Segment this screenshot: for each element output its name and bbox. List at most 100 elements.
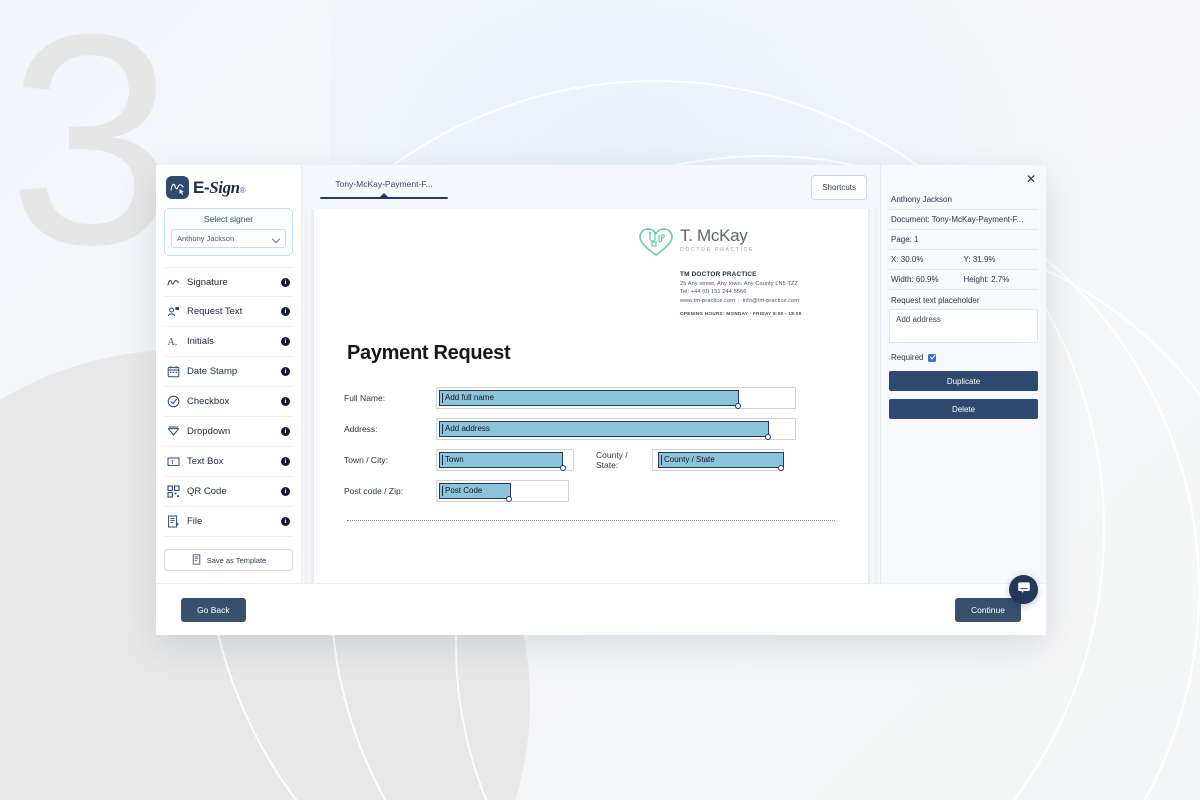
sidebar-item-label: QR Code bbox=[187, 486, 227, 497]
workspace-toolbar: Tony-McKay-Payment-F... Shortcuts bbox=[302, 165, 880, 209]
sidebar-item-file[interactable]: File i bbox=[164, 507, 293, 537]
signer-dropdown[interactable]: Anthony Jackson bbox=[171, 229, 286, 248]
panel-y-value: Y: 31.9% bbox=[963, 255, 996, 264]
request-text-field-full-name[interactable]: Add full name bbox=[439, 389, 739, 406]
sidebar-item-signature[interactable]: Signature i bbox=[164, 267, 293, 297]
document-right-rail bbox=[869, 209, 877, 583]
panel-signer-name: Anthony Jackson bbox=[889, 190, 1038, 210]
form-row-address: Address: Add address bbox=[344, 417, 838, 440]
sidebar-item-label: Date Stamp bbox=[187, 366, 238, 377]
field-label: Town / City: bbox=[344, 454, 388, 465]
sidebar-item-request-text[interactable]: Request Text i bbox=[164, 297, 293, 327]
qr-code-icon bbox=[167, 485, 180, 498]
field-slot[interactable]: County / State bbox=[652, 448, 784, 471]
sidebar-item-text-box[interactable]: T Text Box i bbox=[164, 447, 293, 477]
shortcuts-button[interactable]: Shortcuts bbox=[811, 174, 867, 200]
payment-request-form: Full Name: Add full name Address: Add ad… bbox=[344, 386, 838, 502]
calendar-icon bbox=[167, 365, 180, 378]
resize-handle[interactable] bbox=[506, 495, 512, 502]
document-icon bbox=[191, 553, 202, 567]
placeholder-input[interactable]: Add address bbox=[889, 309, 1038, 343]
close-panel-button[interactable]: ✕ bbox=[889, 165, 1038, 190]
resize-handle[interactable] bbox=[735, 402, 741, 409]
business-contact: www.tm-practice.com | info@tm-practice.com bbox=[680, 297, 800, 304]
select-signer-label: Select signer bbox=[203, 214, 254, 224]
esign-app-window: E-Sign® Select signer Anthony Jackson Si… bbox=[156, 165, 1046, 635]
sidebar-item-qr-code[interactable]: QR Code i bbox=[164, 477, 293, 507]
panel-width-value: Width: 60.9% bbox=[891, 275, 939, 284]
save-as-template-button[interactable]: Save as Template bbox=[164, 549, 293, 571]
practice-name: T. McKay bbox=[680, 226, 748, 245]
request-text-icon bbox=[167, 305, 180, 318]
field-slot[interactable]: Post Code bbox=[436, 479, 569, 502]
document-tab[interactable]: Tony-McKay-Payment-F... bbox=[320, 175, 448, 200]
request-text-field-postcode[interactable]: Post Code bbox=[439, 482, 511, 499]
close-icon[interactable]: ✕ bbox=[1026, 172, 1036, 186]
info-icon[interactable]: i bbox=[281, 397, 290, 406]
sidebar-item-label: Initials bbox=[187, 336, 214, 347]
opening-hours: OPENING HOURS: MONDAY - FRIDAY 8:00 - 18… bbox=[680, 310, 802, 316]
resize-handle[interactable] bbox=[560, 464, 566, 471]
save-as-template-label: Save as Template bbox=[206, 555, 267, 565]
resize-handle[interactable] bbox=[765, 433, 771, 440]
info-icon[interactable]: i bbox=[281, 277, 290, 287]
request-text-field-address[interactable]: Add address bbox=[439, 420, 769, 437]
sidebar-item-label: Dropdown bbox=[187, 426, 231, 437]
field-slot[interactable]: Add full name bbox=[436, 386, 796, 409]
chat-support-button[interactable] bbox=[1009, 575, 1038, 604]
sidebar-item-checkbox[interactable]: Checkbox i bbox=[164, 387, 293, 417]
panel-position: X: 30.0% Y: 31.9% bbox=[889, 250, 1038, 270]
signature-pen-icon bbox=[166, 176, 189, 199]
go-back-button[interactable]: Go Back bbox=[181, 597, 246, 622]
field-slot[interactable]: Add address bbox=[436, 417, 796, 440]
duplicate-button[interactable]: Duplicate bbox=[889, 371, 1038, 391]
sidebar-item-label: File bbox=[187, 516, 203, 527]
field-label: Full Name: bbox=[344, 392, 386, 403]
sidebar-item-date-stamp[interactable]: Date Stamp i bbox=[164, 357, 293, 387]
chat-bubble-icon bbox=[1017, 580, 1031, 599]
form-row-postcode: Post code / Zip: Post Code bbox=[344, 479, 838, 502]
document-tab-arrow-icon bbox=[380, 193, 388, 198]
document-workspace: Tony-McKay-Payment-F... Shortcuts T. McK… bbox=[302, 165, 880, 583]
info-icon[interactable]: i bbox=[281, 307, 290, 316]
panel-page-number: Page: 1 bbox=[889, 230, 1038, 250]
app-logo[interactable]: E-Sign® bbox=[164, 165, 293, 208]
continue-button[interactable]: Continue bbox=[954, 597, 1021, 622]
field-slot[interactable]: Town bbox=[436, 448, 574, 471]
chevron-down-icon bbox=[273, 235, 280, 242]
checkbox-icon bbox=[167, 395, 180, 408]
info-icon[interactable]: i bbox=[281, 427, 290, 436]
delete-button[interactable]: Delete bbox=[889, 399, 1038, 419]
required-checkbox[interactable] bbox=[928, 353, 937, 362]
document-page[interactable]: T. McKay DOCTOR PRACTICE TM DOCTOR PRACT… bbox=[313, 209, 869, 583]
info-icon[interactable]: i bbox=[281, 367, 290, 376]
info-icon[interactable]: i bbox=[281, 337, 290, 346]
required-row[interactable]: Required bbox=[889, 343, 1038, 371]
field-properties-panel: ✕ Anthony Jackson Document: Tony-McKay-P… bbox=[880, 165, 1046, 583]
sidebar-item-label: Request Text bbox=[187, 306, 243, 317]
initials-icon: A. bbox=[167, 335, 180, 348]
sidebar-item-initials[interactable]: A. Initials i bbox=[164, 327, 293, 357]
request-text-field-county[interactable]: County / State bbox=[658, 451, 784, 468]
left-sidebar: E-Sign® Select signer Anthony Jackson Si… bbox=[156, 165, 302, 583]
svg-text:A.: A. bbox=[168, 337, 178, 348]
form-row-town-county: Town / City: Town County / State: County… bbox=[344, 448, 838, 471]
section-divider bbox=[347, 519, 835, 521]
sidebar-item-dropdown[interactable]: Dropdown i bbox=[164, 417, 293, 447]
field-label: Address: bbox=[344, 423, 378, 434]
sidebar-item-label: Checkbox bbox=[187, 396, 230, 407]
info-icon[interactable]: i bbox=[281, 487, 290, 496]
tool-list: Signature i Request Text i A. Initials i bbox=[164, 267, 293, 537]
signer-dropdown-value: Anthony Jackson bbox=[177, 234, 235, 243]
practice-subtitle: DOCTOR PRACTICE bbox=[680, 247, 755, 253]
document-scroll-area[interactable]: T. McKay DOCTOR PRACTICE TM DOCTOR PRACT… bbox=[302, 209, 880, 583]
business-phone: Tel: +44 (0) 151 244 5566 bbox=[680, 289, 747, 296]
app-footer: Go Back Continue bbox=[156, 583, 1046, 635]
page-title: Payment Request bbox=[347, 341, 511, 364]
resize-handle[interactable] bbox=[778, 464, 784, 471]
sidebar-item-label: Text Box bbox=[187, 456, 224, 467]
info-icon[interactable]: i bbox=[281, 517, 290, 526]
panel-x-value: X: 30.0% bbox=[891, 255, 924, 264]
request-text-field-town[interactable]: Town bbox=[439, 451, 563, 468]
info-icon[interactable]: i bbox=[281, 457, 290, 466]
